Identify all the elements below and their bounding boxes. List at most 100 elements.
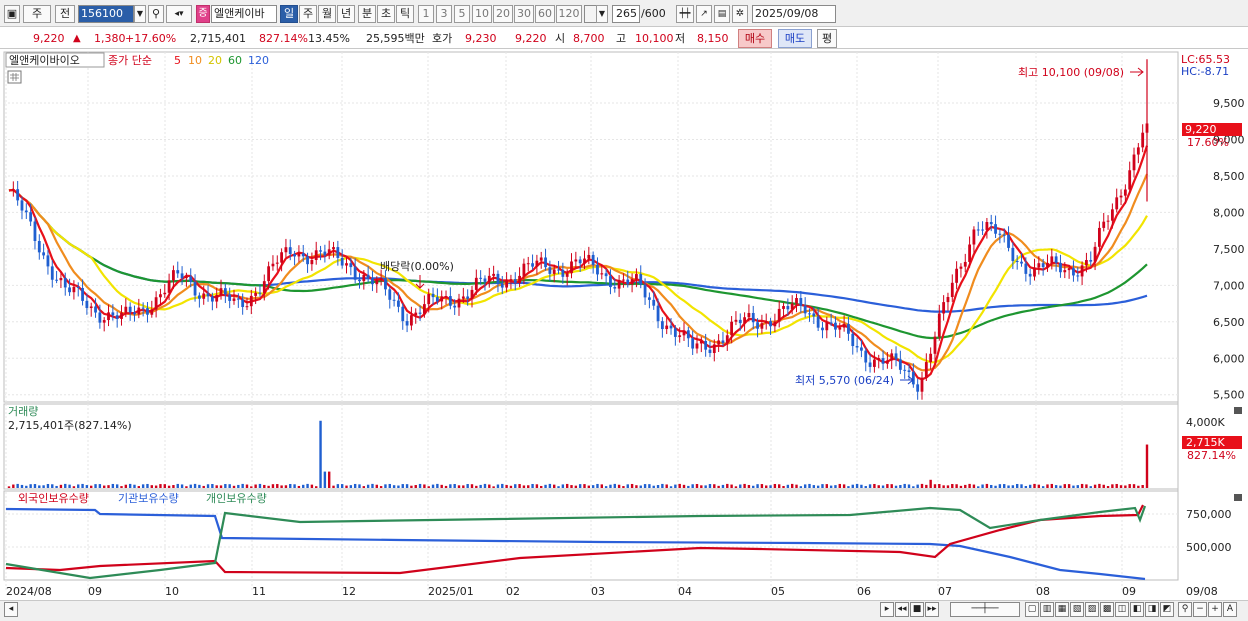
volume-bar bbox=[115, 484, 119, 488]
interval-60[interactable]: 60 bbox=[535, 5, 555, 23]
candle-body bbox=[102, 320, 106, 323]
volume-bar bbox=[315, 486, 318, 488]
candle-body bbox=[600, 273, 604, 275]
buy-button[interactable]: 매수 bbox=[738, 29, 772, 48]
tab-month[interactable]: 월 bbox=[318, 5, 336, 23]
volume-bar bbox=[349, 485, 353, 488]
candle-body bbox=[336, 247, 340, 258]
sound-icon[interactable]: ◂▾ bbox=[166, 5, 192, 23]
y-tick-label: 7,500 bbox=[1213, 243, 1245, 256]
rewind-icon[interactable]: ◂◂ bbox=[895, 602, 909, 617]
tool-f-icon[interactable]: ▩ bbox=[1100, 602, 1114, 617]
holdings-panel-close-icon[interactable] bbox=[1234, 494, 1242, 501]
interval-30[interactable]: 30 bbox=[514, 5, 534, 23]
volume-bar bbox=[531, 483, 534, 488]
interval-10[interactable]: 10 bbox=[472, 5, 492, 23]
trend-tool-icon[interactable]: ↗ bbox=[696, 5, 712, 23]
sell-button[interactable]: 매도 bbox=[778, 29, 812, 48]
code-input[interactable]: 156100 bbox=[78, 5, 134, 23]
zoom-slider[interactable]: ──┼── bbox=[950, 602, 1020, 617]
tool-a-icon[interactable]: ▢ bbox=[1025, 602, 1039, 617]
volume-bar bbox=[340, 484, 344, 488]
prev-button[interactable]: 전 bbox=[55, 5, 75, 23]
volume-bar bbox=[427, 486, 430, 488]
tab-week[interactable]: 주 bbox=[299, 5, 317, 23]
institution-legend: 기관보유수량 bbox=[118, 492, 179, 505]
individual-legend: 개인보유수량 bbox=[206, 492, 267, 505]
tab-minute[interactable]: 분 bbox=[358, 5, 376, 23]
candle-body bbox=[271, 263, 275, 267]
code-dropdown-icon[interactable]: ▼ bbox=[134, 5, 146, 23]
count-input[interactable]: 265 bbox=[612, 5, 640, 23]
volume-bar bbox=[90, 485, 93, 488]
tab-year[interactable]: 년 bbox=[337, 5, 355, 23]
stock-name-field[interactable]: 엘앤케이바 bbox=[211, 5, 277, 23]
volume-panel-close-icon[interactable] bbox=[1234, 407, 1242, 414]
volume-bar bbox=[713, 484, 716, 488]
interval-1[interactable]: 1 bbox=[418, 5, 434, 23]
volume-bar bbox=[522, 485, 526, 488]
tool-d-icon[interactable]: ▧ bbox=[1070, 602, 1084, 617]
candle-body bbox=[647, 297, 651, 300]
volume-bar bbox=[622, 486, 625, 488]
volume-bar bbox=[912, 486, 915, 488]
eval-button[interactable]: 평 bbox=[817, 29, 837, 48]
tool-j-icon[interactable]: ◩ bbox=[1160, 602, 1174, 617]
tool-g-icon[interactable]: ◫ bbox=[1115, 602, 1129, 617]
tab-tick[interactable]: 틱 bbox=[396, 5, 414, 23]
zoom-search-icon[interactable]: ⚲ bbox=[1178, 602, 1192, 617]
tab-second[interactable]: 초 bbox=[377, 5, 395, 23]
font-size-icon[interactable]: A bbox=[1223, 602, 1237, 617]
period-type-select[interactable]: 주 bbox=[23, 5, 51, 23]
zoom-out-icon[interactable]: − bbox=[1193, 602, 1207, 617]
tool-h-icon[interactable]: ◧ bbox=[1130, 602, 1144, 617]
scroll-right-icon[interactable]: ▸ bbox=[880, 602, 894, 617]
candle-body bbox=[254, 292, 258, 296]
scroll-left-icon[interactable]: ◂ bbox=[4, 602, 18, 617]
volume-bar bbox=[1128, 484, 1131, 488]
interval-dropdown-icon[interactable]: ▼ bbox=[596, 5, 608, 23]
interval-5[interactable]: 5 bbox=[454, 5, 470, 23]
tool-e-icon[interactable]: ▨ bbox=[1085, 602, 1099, 617]
tool-b-icon[interactable]: ▥ bbox=[1040, 602, 1054, 617]
candle-body bbox=[98, 312, 102, 323]
candle-body bbox=[773, 321, 777, 327]
interval-20[interactable]: 20 bbox=[493, 5, 513, 23]
candle-body bbox=[249, 295, 253, 307]
interval-120[interactable]: 120 bbox=[556, 5, 582, 23]
window-icon[interactable]: ▣ bbox=[4, 5, 20, 23]
volume-bar bbox=[1141, 484, 1144, 488]
volume-bar bbox=[765, 485, 768, 488]
candle-body bbox=[920, 377, 924, 392]
candle-body bbox=[881, 358, 885, 364]
stop-icon[interactable]: ■ bbox=[910, 602, 924, 617]
candle-body bbox=[1128, 170, 1132, 190]
forward-icon[interactable]: ▸▸ bbox=[925, 602, 939, 617]
stock-chart[interactable]: 9,5009,0008,5008,0007,5007,0006,5006,000… bbox=[0, 50, 1248, 600]
volume-bar bbox=[250, 486, 253, 488]
volume-bar bbox=[938, 484, 941, 488]
candle-type-icon[interactable]: ┿┿ bbox=[676, 5, 694, 23]
zoom-in-icon[interactable]: + bbox=[1208, 602, 1222, 617]
volume-bar bbox=[760, 484, 764, 488]
volume-bar bbox=[648, 484, 651, 488]
volume-bar bbox=[237, 484, 240, 488]
table-toggle-icon[interactable] bbox=[7, 70, 22, 84]
volume-bar bbox=[743, 483, 746, 488]
volume-bar bbox=[388, 483, 391, 488]
search-icon[interactable]: ⚲ bbox=[148, 5, 164, 23]
save-icon[interactable]: ▤ bbox=[714, 5, 730, 23]
volume-bar bbox=[284, 485, 288, 488]
candle-body bbox=[730, 321, 734, 336]
candle-body bbox=[1046, 262, 1049, 268]
date-input[interactable]: 2025/09/08 bbox=[752, 5, 836, 23]
settings-gear-icon[interactable]: ✲ bbox=[732, 5, 748, 23]
tab-day[interactable]: 일 bbox=[280, 5, 298, 23]
tool-i-icon[interactable]: ◨ bbox=[1145, 602, 1159, 617]
ma20-legend: 20 bbox=[208, 54, 222, 67]
tool-c-icon[interactable]: ▦ bbox=[1055, 602, 1069, 617]
candle-body bbox=[738, 319, 742, 324]
candle-body bbox=[704, 340, 708, 350]
interval-3[interactable]: 3 bbox=[436, 5, 452, 23]
candle-body bbox=[479, 277, 483, 279]
